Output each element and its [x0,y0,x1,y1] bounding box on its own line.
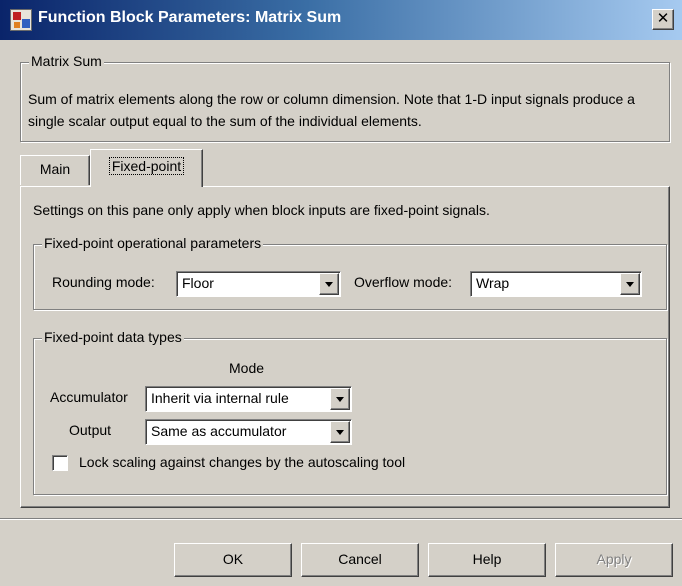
fixed-point-intro: Settings on this pane only apply when bl… [33,202,490,218]
help-button[interactable]: Help [428,543,546,577]
data-types-title: Fixed-point data types [42,329,184,345]
data-types-group [33,338,667,495]
close-button[interactable]: ✕ [652,9,674,30]
separator [0,519,682,520]
output-mode-value: Same as accumulator [151,423,287,439]
simulink-block-icon[interactable] [10,9,32,31]
overflow-mode-value: Wrap [476,275,510,291]
accumulator-mode-value: Inherit via internal rule [151,390,289,406]
chevron-down-icon[interactable] [330,421,350,443]
window-title: Function Block Parameters: Matrix Sum [38,9,342,26]
cancel-button[interactable]: Cancel [301,543,419,577]
apply-button[interactable]: Apply [555,543,673,577]
tab-fixed-point[interactable]: Fixed-point [90,149,203,187]
rounding-mode-select[interactable]: Floor [176,271,341,297]
operational-parameters-title: Fixed-point operational parameters [42,235,264,251]
block-description: Sum of matrix elements along the row or … [28,91,635,129]
tab-main-label: Main [39,161,71,177]
mode-column-header: Mode [229,360,265,376]
lock-scaling-label[interactable]: Lock scaling against changes by the auto… [79,454,405,470]
rounding-mode-value: Floor [182,275,214,291]
chevron-down-icon[interactable] [319,273,339,295]
accumulator-mode-select[interactable]: Inherit via internal rule [145,386,352,412]
chevron-down-icon[interactable] [330,388,350,410]
block-group-title: Matrix Sum [29,53,104,69]
chevron-down-icon[interactable] [620,273,640,295]
ok-button[interactable]: OK [174,543,292,577]
tab-fixed-point-label: Fixed-point [108,157,185,175]
accumulator-label: Accumulator [50,389,128,405]
tab-main[interactable]: Main [20,155,90,185]
overflow-mode-select[interactable]: Wrap [470,271,642,297]
output-mode-select[interactable]: Same as accumulator [145,419,352,445]
lock-scaling-checkbox[interactable] [52,455,68,471]
close-icon: ✕ [656,10,670,27]
output-label: Output [69,422,112,438]
overflow-mode-label: Overflow mode: [354,274,453,290]
rounding-mode-label: Rounding mode: [52,274,155,290]
